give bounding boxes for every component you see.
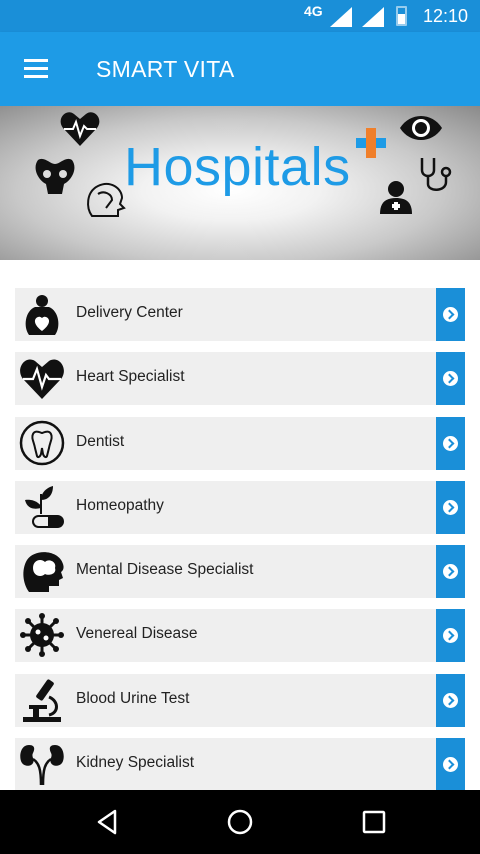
eye-icon (400, 116, 442, 140)
arrow-right-icon (443, 757, 458, 773)
category-kidney-specialist[interactable]: Kidney Specialist (15, 738, 465, 792)
leaf-pill-icon (25, 485, 64, 528)
arrow-right-icon (443, 499, 458, 515)
system-nav-bar (0, 790, 480, 854)
app-title: SMART VITA (96, 56, 235, 82)
category-mental-disease[interactable]: Mental Disease Specialist (15, 545, 465, 599)
recents-icon[interactable] (362, 809, 386, 835)
hospitals-banner: Hospitals (0, 106, 480, 260)
category-label: Venereal Disease (76, 625, 198, 643)
heart-pulse-icon (20, 359, 64, 400)
doctor-icon (380, 181, 412, 214)
open-arrow-button[interactable] (436, 609, 465, 663)
category-label: Dentist (76, 432, 125, 450)
wifi-signal-icon (362, 7, 384, 27)
open-arrow-button[interactable] (436, 738, 465, 792)
open-arrow-button[interactable] (436, 416, 465, 470)
arrow-right-icon (443, 628, 458, 644)
heart-icon (60, 112, 100, 146)
category-label: Homeopathy (76, 496, 164, 514)
category-homeopathy[interactable]: Homeopathy (15, 480, 465, 534)
status-bar: 4G 12:10 (0, 0, 480, 32)
mother-baby-icon (25, 295, 59, 335)
category-label: Delivery Center (76, 304, 183, 321)
banner-title: Hospitals (124, 137, 351, 197)
category-label: Mental Disease Specialist (76, 561, 254, 579)
category-label: Heart Specialist (76, 368, 185, 386)
stethoscope-icon (420, 158, 452, 191)
virus-icon (20, 613, 64, 658)
tooth-icon (19, 420, 65, 465)
pelvis-icon (35, 158, 75, 194)
app-bar: SMART VITA (0, 32, 480, 106)
back-icon[interactable] (96, 809, 118, 835)
category-dentist[interactable]: Dentist (15, 416, 465, 470)
menu-icon[interactable] (22, 56, 50, 82)
arrow-right-icon (443, 692, 458, 708)
network-type: 4G (304, 3, 323, 19)
home-icon[interactable] (227, 809, 253, 835)
arrow-right-icon (443, 435, 458, 451)
category-list: Delivery Center Heart Specialist Dentist… (15, 288, 465, 802)
head-icon (87, 182, 126, 217)
open-arrow-button[interactable] (436, 352, 465, 406)
category-label: Blood Urine Test (76, 689, 190, 707)
microscope-icon (23, 679, 61, 722)
open-arrow-button[interactable] (436, 288, 465, 341)
open-arrow-button[interactable] (436, 673, 465, 727)
category-blood-urine-test[interactable]: Blood Urine Test (15, 673, 465, 727)
signal-icon (330, 7, 352, 27)
open-arrow-button[interactable] (436, 545, 465, 599)
battery-icon (396, 6, 407, 26)
arrow-right-icon (443, 371, 458, 387)
clock: 12:10 (423, 6, 469, 26)
category-delivery-center[interactable]: Delivery Center (15, 288, 465, 341)
open-arrow-button[interactable] (436, 480, 465, 534)
category-venereal-disease[interactable]: Venereal Disease (15, 609, 465, 663)
brain-head-icon (23, 552, 64, 593)
medical-cross-icon (356, 128, 386, 158)
arrow-right-icon (443, 564, 458, 580)
category-label: Kidney Specialist (76, 754, 195, 772)
kidney-icon (20, 745, 64, 786)
category-heart-specialist[interactable]: Heart Specialist (15, 352, 465, 406)
arrow-right-icon (443, 307, 458, 322)
